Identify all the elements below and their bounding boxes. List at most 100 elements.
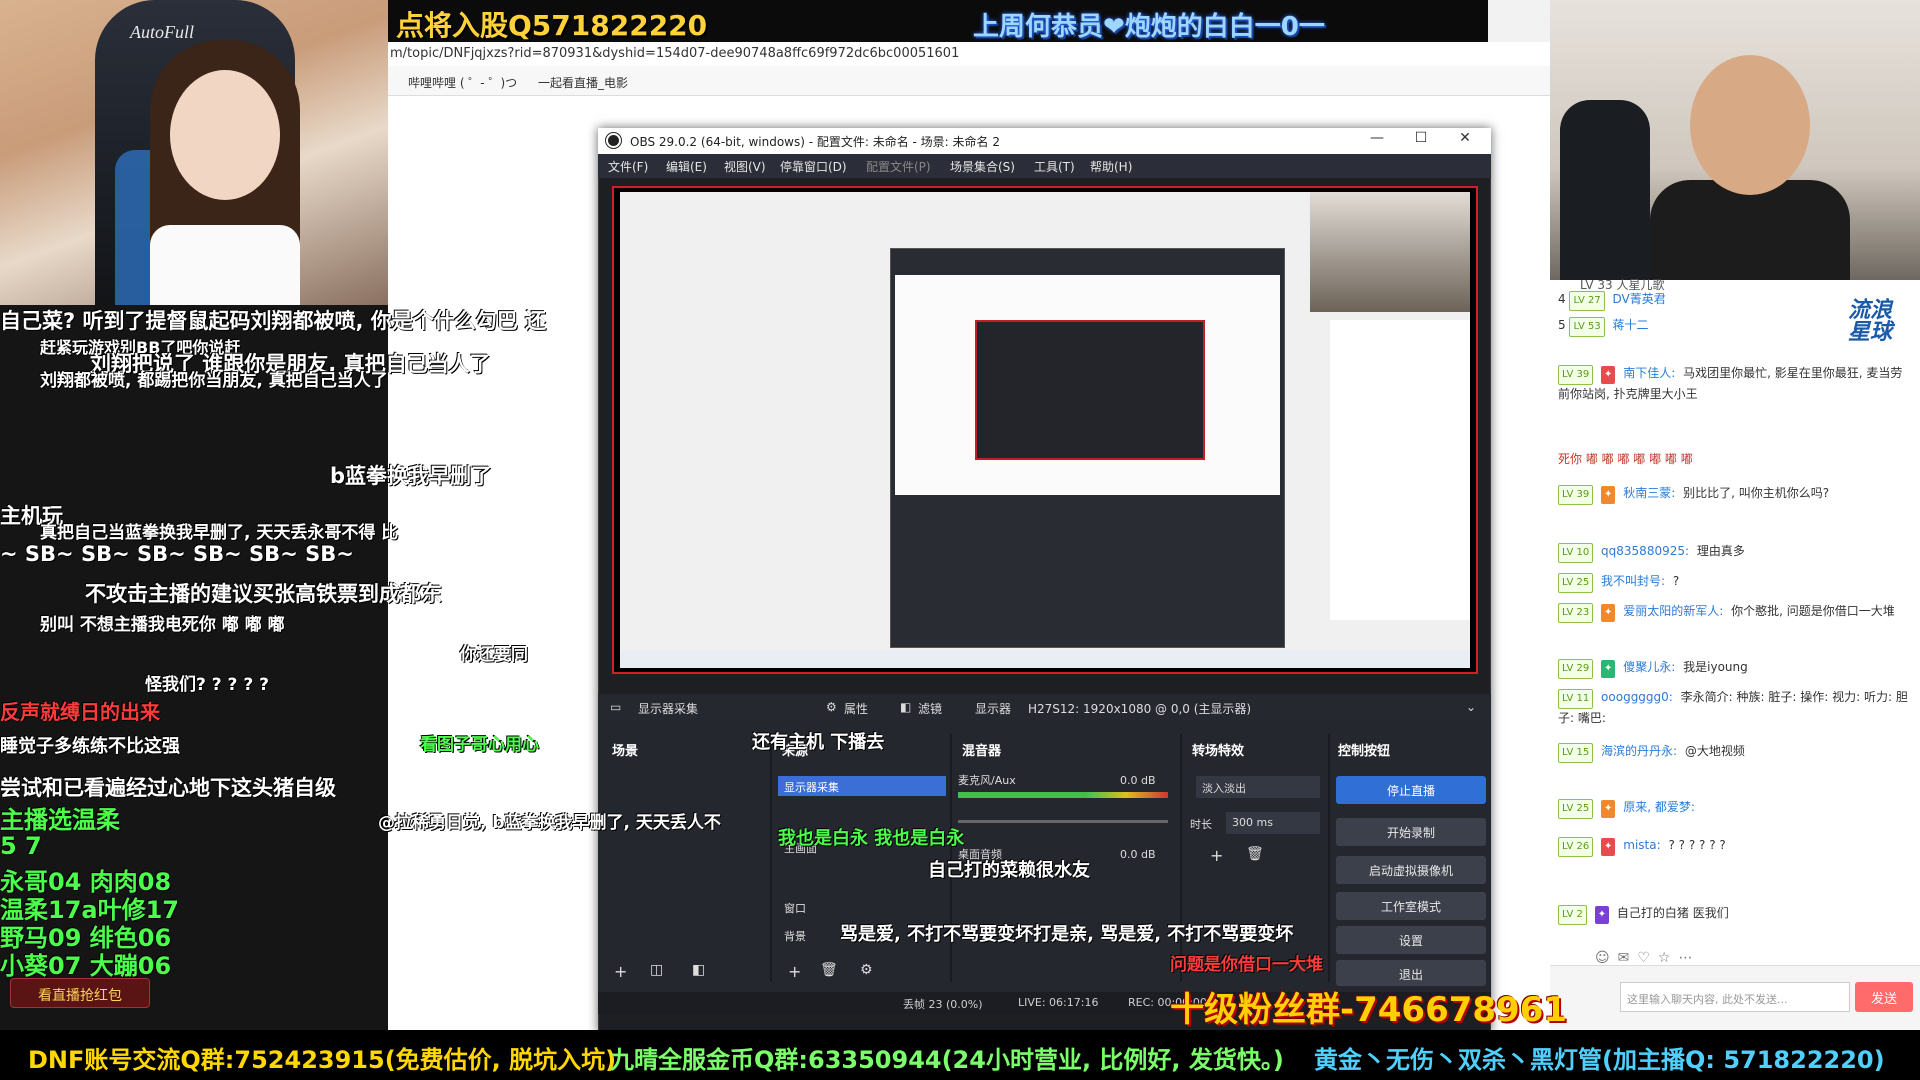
obs-logo-icon	[606, 133, 621, 148]
scene-filter-icon[interactable]: ◫	[650, 962, 663, 978]
guest-face	[1690, 55, 1810, 195]
volume-slider[interactable]	[958, 820, 1168, 823]
danmaku-line: 怪我们? ? ? ? ?	[145, 675, 269, 695]
danmaku-line: ~ SB~ SB~ SB~ SB~ SB~ SB~	[0, 542, 354, 566]
danmaku-line: 尝试和已看遍经过心地下这头猪自级	[0, 776, 336, 800]
source-settings-icon[interactable]: ⚙	[860, 962, 873, 978]
level-badge: LV 23	[1558, 603, 1594, 623]
scene-split-icon[interactable]: ◧	[692, 962, 705, 978]
studio-mode-button[interactable]: 工作室模式	[1336, 892, 1486, 920]
filters-button[interactable]: 滤镜	[918, 700, 942, 717]
bookmark-item[interactable]: 一起看直播_电影	[538, 74, 628, 91]
chat-toolbar: ☺✉♡☆⋯	[1595, 950, 1700, 966]
emoji-icon[interactable]: ☺	[1595, 950, 1618, 966]
badge-icon[interactable]: ☆	[1658, 950, 1679, 966]
dropped-frames: 丢帧 23 (0.0%)	[903, 998, 983, 1011]
fan-icon[interactable]: ♡	[1637, 950, 1658, 966]
dock-divider[interactable]	[770, 734, 772, 982]
maximize-icon[interactable]: ☐	[1399, 130, 1443, 152]
chat-username[interactable]: 我不叫封号:	[1601, 574, 1665, 588]
ticker-text: 九晴全服金币Q群:63350944(24小时营业, 比例好, 发货快。)	[610, 1046, 1284, 1074]
close-icon[interactable]: ✕	[1443, 130, 1487, 152]
chat-username[interactable]: qq835880925:	[1601, 544, 1689, 558]
add-source-icon[interactable]: +	[788, 962, 801, 981]
obs-titlebar[interactable]: OBS 29.0.2 (64-bit, windows) - 配置文件: 未命名…	[598, 128, 1491, 154]
menu-edit[interactable]: 编辑(E)	[666, 158, 707, 175]
more-icon[interactable]: ⋯	[1678, 950, 1700, 966]
add-transition-icon[interactable]: +	[1210, 846, 1223, 865]
chat-username[interactable]: DV菁英君	[1613, 292, 1666, 306]
fan-badge: ✦	[1601, 604, 1616, 622]
chat-input-field[interactable]: 这里输入聊天内容, 此处不发送...	[1620, 982, 1850, 1012]
send-button[interactable]: 发送	[1855, 982, 1913, 1012]
liulang-planet-logo: 流浪 星球	[1848, 300, 1892, 344]
display-select[interactable]: H27S12: 1920x1080 @ 0,0 (主显示器)	[1028, 700, 1251, 717]
red-packet-button[interactable]: 看直播抢红包	[10, 978, 150, 1008]
bookmark-item[interactable]: 哔哩哔哩 ( ゜- ゜)つ	[408, 74, 517, 91]
chevron-down-icon[interactable]: ⌄	[1466, 700, 1476, 714]
chat-username[interactable]: 海滨的丹丹永:	[1601, 744, 1677, 758]
delete-transition-icon[interactable]: 🗑	[1246, 846, 1264, 862]
chat-panel: 4 LV 27 DV菁英君 5 LV 53 蒋十二 LV 39 ✦ 南下佳人: …	[1550, 280, 1920, 1030]
gift-icon[interactable]: ✉	[1618, 950, 1638, 966]
chat-username[interactable]: 爱丽太阳的新军人:	[1623, 604, 1723, 618]
url-bar[interactable]: m/topic/DNFjqjxzs?rid=870931&dyshid=154d…	[388, 42, 1550, 66]
filter-icon[interactable]: ◧	[900, 700, 911, 714]
level-badge: LV 2	[1558, 905, 1587, 925]
bookmarks-bar: 哔哩哔哩 ( ゜- ゜)つ 一起看直播_电影	[388, 66, 1550, 96]
danmaku-line: 我也是白永 我也是白永	[778, 828, 965, 849]
fan-badge: ✦	[1601, 486, 1616, 504]
add-scene-icon[interactable]: +	[614, 962, 627, 981]
chair-brand-logo: AutoFull	[130, 22, 194, 42]
menu-docks[interactable]: 停靠窗口(D)	[780, 158, 847, 175]
properties-button[interactable]: 属性	[844, 700, 868, 717]
chat-row: LV 26 ✦ mista: ? ? ? ? ? ?	[1558, 836, 1913, 857]
chat-username[interactable]: 原来, 都爱梦:	[1623, 800, 1695, 814]
chat-username[interactable]: 傻聚儿永:	[1623, 660, 1675, 674]
chat-username[interactable]: 蒋十二	[1613, 318, 1649, 332]
settings-button[interactable]: 设置	[1336, 926, 1486, 954]
chat-username[interactable]: 秋南三蒙:	[1623, 486, 1675, 500]
rank-number: 4	[1558, 292, 1566, 306]
chat-rank-top: LV 33 人星儿歌	[1580, 278, 1665, 292]
menu-tools[interactable]: 工具(T)	[1034, 158, 1075, 175]
danmaku-line: 反声就缚日的出来	[0, 700, 160, 724]
menu-file[interactable]: 文件(F)	[608, 158, 648, 175]
ticker-text: DNF账号交流Q群:752423915(免费估价, 脱坑入坑)	[28, 1046, 617, 1074]
dock-divider[interactable]	[1328, 734, 1330, 982]
minimize-icon[interactable]: —	[1355, 130, 1399, 152]
source-item[interactable]: 显示器采集	[778, 776, 946, 796]
start-virtual-camera-button[interactable]: 启动虚拟摄像机	[1336, 856, 1486, 884]
top-banner: 点将入股Q571822220 上周何恭员❤炮炮的白白一0一	[388, 0, 1488, 42]
duration-input[interactable]: 300 ms	[1226, 812, 1320, 834]
danmaku-line: 睡觉子多练练不比这强	[0, 736, 180, 757]
preview-chat	[1330, 320, 1470, 620]
chat-username[interactable]: mista:	[1623, 838, 1660, 852]
source-item[interactable]: 窗口	[784, 900, 806, 916]
danmaku-line: 刘翔都被喷, 都踢把你当朋友, 真把自己当人了	[40, 371, 388, 391]
banner-left-text: 点将入股Q571822220	[396, 9, 708, 42]
chat-row: LV 15 海滨的丹丹永: @大地视频	[1558, 742, 1913, 763]
transition-select[interactable]: 淡入淡出	[1196, 776, 1320, 798]
start-recording-button[interactable]: 开始录制	[1336, 818, 1486, 846]
level-badge: LV 27	[1569, 291, 1605, 311]
chat-message: ?	[1672, 574, 1680, 588]
menu-profile[interactable]: 配置文件(P)	[866, 158, 931, 175]
controls-dock-title: 控制按钮	[1338, 744, 1391, 759]
source-item[interactable]: 背景	[784, 928, 806, 944]
menu-scene-collection[interactable]: 场景集合(S)	[950, 158, 1015, 175]
display-label: 显示器	[975, 702, 1012, 716]
stop-stream-button[interactable]: 停止直播	[1336, 776, 1486, 804]
selected-source-name: 显示器采集	[638, 702, 699, 716]
danmaku-line: 主播选温柔	[0, 806, 120, 834]
chat-username[interactable]: 南下佳人:	[1623, 366, 1675, 380]
menu-view[interactable]: 视图(V)	[724, 158, 766, 175]
mixer-channel-db: 0.0 dB	[1120, 848, 1156, 861]
banner-right-text: 上周何恭员❤炮炮的白白一0一	[973, 12, 1325, 42]
chat-username[interactable]: oooggggg0:	[1601, 690, 1673, 704]
menu-help[interactable]: 帮助(H)	[1090, 158, 1132, 175]
chat-message: 死你 嘟 嘟 嘟 嘟 嘟 嘟 嘟	[1558, 452, 1693, 466]
gear-icon[interactable]: ⚙	[826, 700, 837, 714]
delete-source-icon[interactable]: 🗑	[820, 962, 838, 978]
chat-row: LV 29 ✦ 傻聚儿永: 我是iyoung	[1558, 658, 1913, 679]
